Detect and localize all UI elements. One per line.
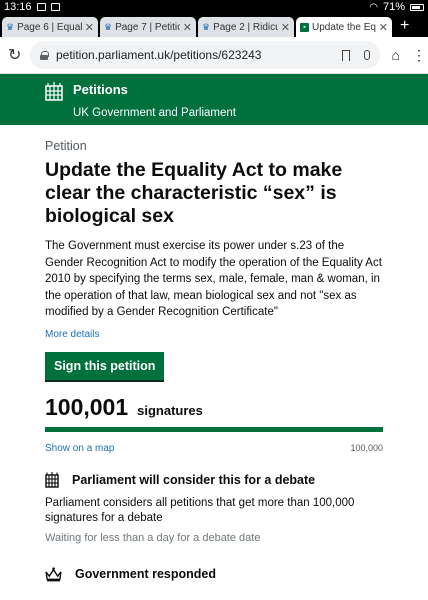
bookmark-icon[interactable] (341, 49, 350, 61)
photo-notification-icon (36, 3, 46, 11)
browser-tab-2[interactable]: ♛ Page 7 | Petitio ✕ (100, 17, 196, 37)
signature-progress-fill (45, 426, 383, 432)
parliament-favicon-icon: ♛ (104, 21, 113, 32)
browser-tab-1[interactable]: ♛ Page 6 | Equali ✕ (2, 17, 98, 37)
omnibox[interactable]: petition.parliament.uk/petitions/623243 (30, 41, 380, 69)
debate-title: Parliament will consider this for a deba… (72, 472, 316, 487)
browser-tab-active[interactable]: ▪ Update the Equ ✕ (296, 17, 392, 37)
close-tab-icon[interactable]: ✕ (379, 21, 388, 34)
tab-title: Page 7 | Petitio (115, 21, 180, 33)
close-tab-icon[interactable]: ✕ (183, 21, 192, 34)
petition-description: The Government must exercise its power u… (45, 240, 382, 318)
menu-icon[interactable]: ⋮ (412, 47, 426, 64)
main-content: Petition Update the Equality Act to make… (0, 139, 428, 582)
microphone-icon[interactable] (363, 50, 370, 60)
status-time: 13:16 (4, 1, 32, 13)
debate-body: Parliament considers all petitions that … (45, 496, 355, 524)
portcullis-icon (45, 82, 63, 101)
signature-target: 100,000 (350, 442, 383, 453)
petition-title: Update the Equality Act to make clear th… (45, 159, 343, 227)
home-icon[interactable]: ⌂ (392, 47, 400, 63)
site-brand[interactable]: Petitions (73, 82, 236, 98)
signature-progress-bar (45, 426, 383, 432)
address-bar: ↻ petition.parliament.uk/petitions/62324… (0, 37, 428, 74)
crown-icon (45, 566, 62, 581)
battery-icon (410, 3, 424, 11)
reload-icon[interactable]: ↻ (8, 45, 30, 65)
close-tab-icon[interactable]: ✕ (85, 21, 94, 34)
url-text[interactable]: petition.parliament.uk/petitions/623243 (56, 48, 342, 62)
debate-heading: Parliament will consider this for a deba… (45, 471, 383, 488)
lock-icon[interactable] (40, 50, 49, 60)
more-details-link[interactable]: More details (45, 329, 383, 340)
show-on-map-link[interactable]: Show on a map (45, 443, 115, 454)
government-title: Government responded (75, 566, 216, 581)
portcullis-icon (45, 471, 59, 488)
gallery-notification-icon (50, 3, 60, 11)
signature-count: 100,001 (45, 393, 129, 420)
tab-title: Update the Equ (312, 21, 376, 33)
petitions-favicon-icon: ▪ (300, 22, 309, 32)
status-bar: 13:16 ◠ 71% (0, 0, 428, 14)
parliament-favicon-icon: ♛ (6, 21, 15, 32)
parliament-favicon-icon: ♛ (202, 21, 211, 32)
tab-title: Page 6 | Equali (17, 21, 82, 33)
new-tab-icon[interactable]: + (400, 17, 409, 37)
browser-tab-3[interactable]: ♛ Page 2 | Ridicul ✕ (198, 17, 294, 37)
page-caption: Petition (45, 139, 87, 153)
signature-label: signatures (137, 402, 203, 418)
battery-percent: 71% (382, 1, 405, 13)
tab-title: Page 2 | Ridicul (213, 21, 278, 33)
government-heading: Government responded (45, 566, 383, 582)
site-header: Petitions UK Government and Parliament (0, 74, 428, 125)
signature-summary: 100,001 signatures (45, 394, 383, 421)
debate-status: Waiting for less than a day for a debate… (45, 531, 261, 544)
tab-strip: ♛ Page 6 | Equali ✕ ♛ Page 7 | Petitio ✕… (0, 14, 428, 37)
sign-petition-button[interactable]: Sign this petition (45, 351, 165, 380)
close-tab-icon[interactable]: ✕ (281, 21, 290, 34)
wifi-icon: ◠ (369, 1, 378, 13)
site-subtitle: UK Government and Parliament (73, 107, 236, 119)
